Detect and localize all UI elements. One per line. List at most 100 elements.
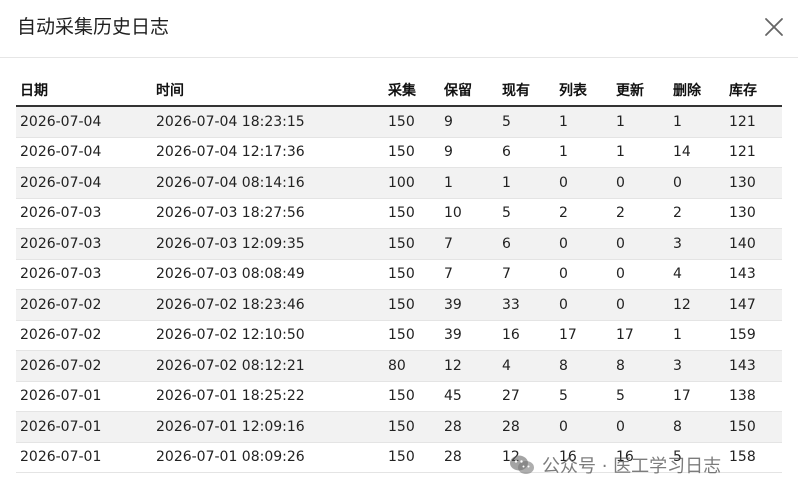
dialog-title: 自动采集历史日志 — [17, 16, 170, 38]
column-header-stock: 库存 — [725, 75, 782, 107]
cell-retained: 28 — [440, 411, 498, 443]
cell-list: 1 — [555, 106, 612, 138]
cell-existing: 28 — [498, 411, 555, 443]
close-icon[interactable] — [762, 15, 786, 39]
cell-collected: 150 — [384, 259, 440, 290]
cell-deleted: 0 — [669, 167, 725, 199]
cell-deleted: 1 — [669, 106, 725, 138]
cell-date: 2026-07-01 — [16, 381, 152, 412]
cell-existing: 1 — [498, 167, 555, 199]
cell-list: 17 — [555, 320, 612, 351]
cell-stock: 159 — [725, 320, 782, 351]
cell-collected: 150 — [384, 411, 440, 443]
cell-list: 0 — [555, 167, 612, 199]
cell-list: 8 — [555, 350, 612, 382]
cell-updated: 2 — [612, 198, 669, 229]
cell-time: 2026-07-04 12:17:36 — [152, 137, 384, 168]
cell-time: 2026-07-03 18:27:56 — [152, 198, 384, 229]
cell-list: 0 — [555, 228, 612, 260]
cell-deleted: 1 — [669, 320, 725, 351]
cell-retained: 39 — [440, 320, 498, 351]
cell-retained: 1 — [440, 167, 498, 199]
cell-stock: 121 — [725, 106, 782, 138]
cell-deleted: 3 — [669, 350, 725, 382]
cell-updated: 17 — [612, 320, 669, 351]
cell-list: 16 — [555, 442, 612, 473]
cell-date: 2026-07-03 — [16, 198, 152, 229]
cell-collected: 150 — [384, 442, 440, 473]
cell-deleted: 12 — [669, 289, 725, 321]
cell-stock: 150 — [725, 411, 782, 443]
cell-time: 2026-07-01 12:09:16 — [152, 411, 384, 443]
cell-retained: 39 — [440, 289, 498, 321]
cell-stock: 121 — [725, 137, 782, 168]
cell-updated: 8 — [612, 350, 669, 382]
cell-time: 2026-07-03 12:09:35 — [152, 228, 384, 260]
table-header-row: 日期 时间 采集 保留 现有 列表 更新 删除 库存 — [16, 75, 782, 107]
cell-existing: 27 — [498, 381, 555, 412]
column-header-time: 时间 — [152, 75, 384, 107]
cell-retained: 28 — [440, 442, 498, 473]
cell-collected: 150 — [384, 228, 440, 260]
cell-deleted: 14 — [669, 137, 725, 168]
column-header-collected: 采集 — [384, 75, 440, 107]
cell-date: 2026-07-02 — [16, 350, 152, 382]
cell-list: 0 — [555, 411, 612, 443]
column-header-date: 日期 — [16, 75, 152, 107]
cell-existing: 33 — [498, 289, 555, 321]
column-header-retained: 保留 — [440, 75, 498, 107]
cell-collected: 150 — [384, 381, 440, 412]
cell-date: 2026-07-04 — [16, 167, 152, 199]
cell-retained: 45 — [440, 381, 498, 412]
cell-existing: 5 — [498, 106, 555, 138]
cell-collected: 150 — [384, 137, 440, 168]
table-row: 2026-07-03 2026-07-03 08:08:49 150 7 7 0 0 4 143 — [16, 259, 782, 290]
cell-updated: 0 — [612, 167, 669, 199]
cell-stock: 130 — [725, 167, 782, 199]
dialog-header: 自动采集历史日志 — [0, 0, 798, 58]
cell-date: 2026-07-04 — [16, 106, 152, 138]
cell-date: 2026-07-03 — [16, 228, 152, 260]
cell-stock: 158 — [725, 442, 782, 473]
cell-list: 2 — [555, 198, 612, 229]
table-row: 2026-07-04 2026-07-04 12:17:36 150 9 6 1 1 14 12… — [16, 137, 782, 168]
cell-retained: 9 — [440, 106, 498, 138]
cell-collected: 150 — [384, 289, 440, 321]
cell-stock: 143 — [725, 259, 782, 290]
table-row: 2026-07-01 2026-07-01 18:25:22 150 45 27 5 5 17… — [16, 381, 782, 412]
cell-updated: 0 — [612, 411, 669, 443]
cell-existing: 16 — [498, 320, 555, 351]
cell-time: 2026-07-04 18:23:15 — [152, 106, 384, 138]
cell-stock: 130 — [725, 198, 782, 229]
table-row: 2026-07-01 2026-07-01 08:09:26 150 28 12 16 16… — [16, 442, 782, 473]
cell-time: 2026-07-04 08:14:16 — [152, 167, 384, 199]
cell-deleted: 8 — [669, 411, 725, 443]
cell-retained: 7 — [440, 259, 498, 290]
history-log-table: 日期 时间 采集 保留 现有 列表 更新 删除 库存 2026-07-04 2026-07-04 … — [16, 75, 782, 473]
cell-collected: 80 — [384, 350, 440, 382]
cell-date: 2026-07-04 — [16, 137, 152, 168]
cell-existing: 4 — [498, 350, 555, 382]
cell-updated: 16 — [612, 442, 669, 473]
cell-date: 2026-07-03 — [16, 259, 152, 290]
cell-collected: 150 — [384, 106, 440, 138]
column-header-deleted: 删除 — [669, 75, 725, 107]
cell-existing: 6 — [498, 228, 555, 260]
cell-collected: 150 — [384, 320, 440, 351]
column-header-updated: 更新 — [612, 75, 669, 107]
history-log-dialog: 自动采集历史日志 日期 时间 采集 保留 现有 列表 更新 删除 库存 2026-07-04 20… — [0, 0, 798, 497]
column-header-existing: 现有 — [498, 75, 555, 107]
cell-list: 1 — [555, 137, 612, 168]
cell-stock: 143 — [725, 350, 782, 382]
cell-time: 2026-07-01 08:09:26 — [152, 442, 384, 473]
cell-retained: 12 — [440, 350, 498, 382]
cell-list: 0 — [555, 259, 612, 290]
cell-date: 2026-07-01 — [16, 411, 152, 443]
cell-existing: 7 — [498, 259, 555, 290]
cell-collected: 100 — [384, 167, 440, 199]
table-body: 2026-07-04 2026-07-04 18:23:15 150 9 5 1 1 1 121… — [16, 106, 782, 473]
cell-deleted: 2 — [669, 198, 725, 229]
cell-list: 0 — [555, 289, 612, 321]
cell-existing: 12 — [498, 442, 555, 473]
cell-stock: 147 — [725, 289, 782, 321]
